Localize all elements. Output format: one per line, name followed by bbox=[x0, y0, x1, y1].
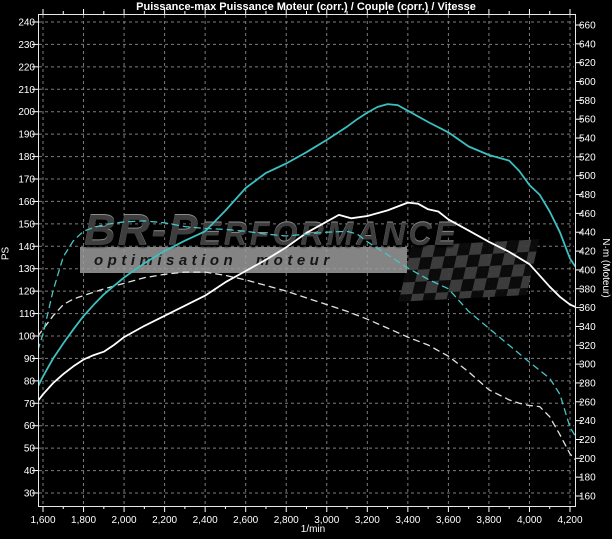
svg-text:180: 180 bbox=[18, 152, 35, 163]
svg-text:1,600: 1,600 bbox=[30, 515, 55, 526]
svg-text:520: 520 bbox=[579, 152, 596, 163]
svg-text:240: 240 bbox=[18, 18, 35, 29]
svg-text:500: 500 bbox=[579, 171, 596, 182]
svg-text:160: 160 bbox=[579, 492, 596, 503]
watermark-brand-suffix: ERFORMANCE bbox=[200, 216, 459, 253]
svg-text:340: 340 bbox=[579, 322, 596, 333]
svg-text:130: 130 bbox=[18, 264, 35, 275]
svg-text:600: 600 bbox=[579, 77, 596, 88]
svg-text:160: 160 bbox=[18, 197, 35, 208]
watermark-brand: BR-PERFORMANCE bbox=[84, 206, 554, 256]
svg-text:80: 80 bbox=[24, 376, 36, 387]
svg-text:4,000: 4,000 bbox=[517, 515, 542, 526]
svg-text:420: 420 bbox=[579, 247, 596, 258]
svg-text:210: 210 bbox=[18, 85, 35, 96]
svg-text:640: 640 bbox=[579, 39, 596, 50]
svg-text:540: 540 bbox=[579, 134, 596, 145]
svg-text:300: 300 bbox=[579, 360, 596, 371]
svg-text:200: 200 bbox=[18, 107, 35, 118]
svg-text:360: 360 bbox=[579, 303, 596, 314]
svg-text:2,200: 2,200 bbox=[152, 515, 177, 526]
svg-text:380: 380 bbox=[579, 284, 596, 295]
svg-text:200: 200 bbox=[579, 454, 596, 465]
svg-text:480: 480 bbox=[579, 190, 596, 201]
svg-text:140: 140 bbox=[18, 242, 35, 253]
svg-text:320: 320 bbox=[579, 341, 596, 352]
svg-text:90: 90 bbox=[24, 354, 36, 365]
svg-text:1,800: 1,800 bbox=[71, 515, 96, 526]
svg-text:3,200: 3,200 bbox=[355, 515, 380, 526]
svg-text:190: 190 bbox=[18, 130, 35, 141]
svg-text:3,800: 3,800 bbox=[476, 515, 501, 526]
right-axis-unit-label: N·m (Moteur) bbox=[600, 238, 611, 298]
svg-text:560: 560 bbox=[579, 115, 596, 126]
svg-text:110: 110 bbox=[19, 309, 35, 320]
svg-text:400: 400 bbox=[579, 265, 596, 276]
svg-text:660: 660 bbox=[579, 21, 596, 32]
watermark-brand-prefix: BR-P bbox=[84, 206, 200, 256]
svg-text:580: 580 bbox=[579, 96, 596, 107]
svg-text:220: 220 bbox=[579, 435, 596, 446]
svg-text:220: 220 bbox=[18, 62, 35, 73]
svg-text:30: 30 bbox=[24, 489, 36, 500]
svg-text:100: 100 bbox=[18, 332, 35, 343]
svg-text:3,600: 3,600 bbox=[436, 515, 461, 526]
svg-text:2,600: 2,600 bbox=[233, 515, 258, 526]
svg-text:260: 260 bbox=[579, 397, 596, 408]
x-axis-unit-label: 1/min bbox=[283, 524, 343, 535]
svg-text:2,000: 2,000 bbox=[112, 515, 137, 526]
svg-text:180: 180 bbox=[579, 473, 596, 484]
svg-text:60: 60 bbox=[24, 421, 36, 432]
svg-text:230: 230 bbox=[18, 40, 35, 51]
svg-text:170: 170 bbox=[18, 175, 35, 186]
svg-text:2,400: 2,400 bbox=[193, 515, 218, 526]
svg-text:440: 440 bbox=[579, 228, 596, 239]
svg-text:240: 240 bbox=[579, 416, 596, 427]
svg-text:50: 50 bbox=[24, 444, 36, 455]
svg-text:620: 620 bbox=[579, 58, 596, 69]
svg-text:460: 460 bbox=[579, 209, 596, 220]
svg-text:280: 280 bbox=[579, 378, 596, 389]
dyno-chart-window: Puissance-max Puissance Moteur (corr.) /… bbox=[0, 0, 612, 539]
svg-text:3,400: 3,400 bbox=[395, 515, 420, 526]
svg-text:120: 120 bbox=[18, 287, 35, 298]
svg-text:4,200: 4,200 bbox=[557, 515, 582, 526]
svg-text:40: 40 bbox=[24, 466, 36, 477]
left-axis-unit-label: PS bbox=[1, 230, 12, 278]
svg-text:70: 70 bbox=[24, 399, 36, 410]
svg-text:150: 150 bbox=[18, 219, 35, 230]
chart-title: Puissance-max Puissance Moteur (corr.) /… bbox=[0, 1, 612, 13]
